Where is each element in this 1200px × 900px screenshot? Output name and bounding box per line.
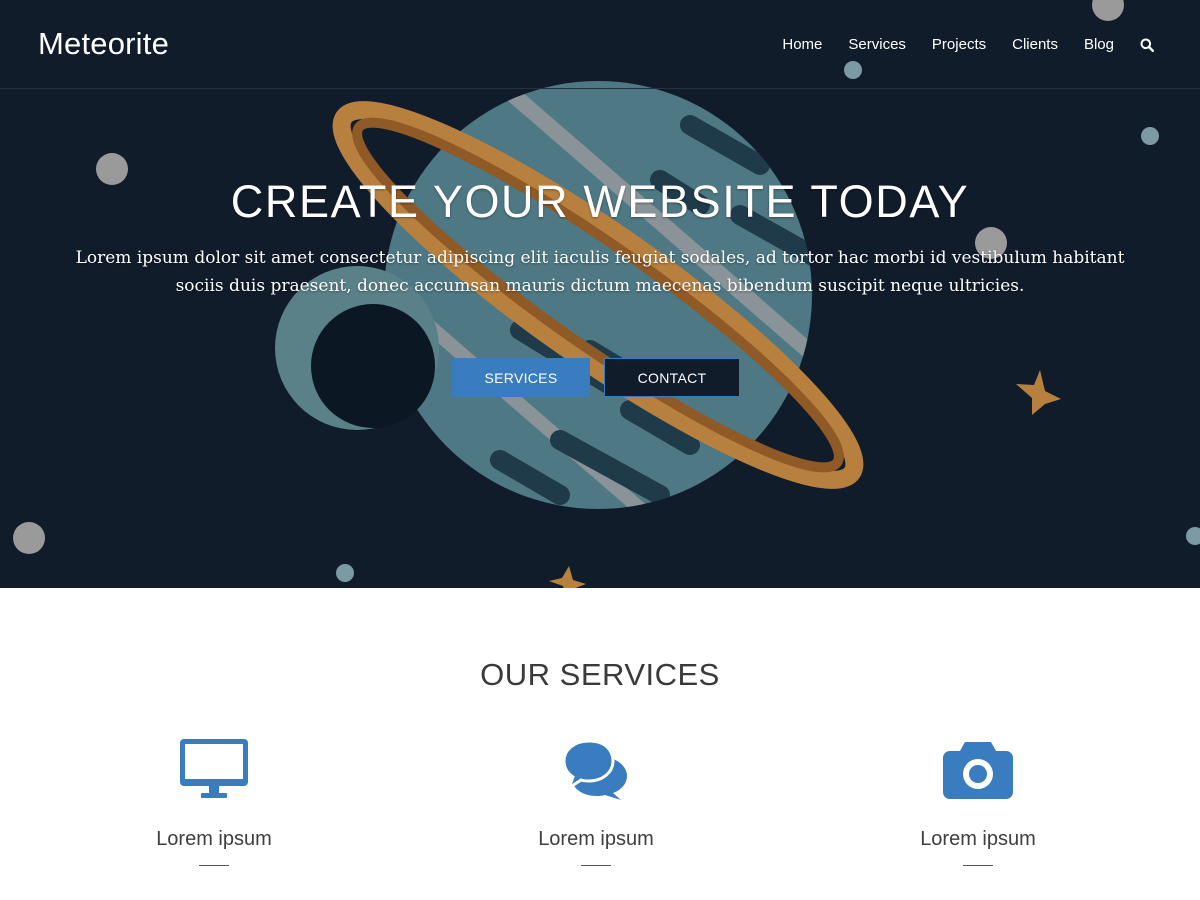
site-logo[interactable]: Meteorite bbox=[38, 26, 169, 62]
nav-home[interactable]: Home bbox=[782, 36, 822, 53]
nav-blog[interactable]: Blog bbox=[1084, 36, 1114, 53]
star-shape bbox=[549, 566, 586, 588]
nav-projects[interactable]: Projects bbox=[932, 36, 986, 53]
moon-dot bbox=[336, 564, 354, 582]
moon-dot bbox=[1141, 127, 1159, 145]
nav-clients[interactable]: Clients bbox=[1012, 36, 1058, 53]
service-divider bbox=[199, 865, 229, 866]
services-heading: OUR SERVICES bbox=[480, 657, 720, 692]
top-navigation-bar: Meteorite Home Services Projects Clients… bbox=[0, 0, 1200, 89]
hero-description: Lorem ipsum dolor sit amet consectetur a… bbox=[75, 248, 1125, 296]
services-button[interactable]: SERVICES bbox=[452, 358, 590, 397]
camera-icon bbox=[943, 742, 1013, 799]
moon-dot bbox=[13, 522, 45, 554]
service-title: Lorem ipsum bbox=[538, 828, 654, 850]
hero-section: Meteorite Home Services Projects Clients… bbox=[0, 0, 1200, 588]
service-item: Lorem ipsum bbox=[828, 736, 1128, 866]
main-nav: Home Services Projects Clients Blog bbox=[782, 0, 1200, 89]
nav-services[interactable]: Services bbox=[848, 36, 906, 53]
service-title: Lorem ipsum bbox=[156, 828, 272, 850]
service-item: Lorem ipsum bbox=[446, 736, 746, 866]
chat-bubbles-icon bbox=[563, 739, 627, 800]
moon-dot bbox=[1186, 527, 1200, 545]
contact-button[interactable]: CONTACT bbox=[604, 358, 740, 397]
star-shape bbox=[1016, 370, 1061, 415]
search-button[interactable] bbox=[1140, 38, 1154, 52]
service-title: Lorem ipsum bbox=[920, 828, 1036, 850]
service-item: Lorem ipsum bbox=[64, 736, 364, 866]
monitor-icon bbox=[180, 739, 248, 798]
service-divider bbox=[581, 865, 611, 866]
hero-title: CREATE YOUR WEBSITE TODAY bbox=[230, 176, 970, 227]
search-icon bbox=[1140, 38, 1154, 52]
service-divider bbox=[963, 865, 993, 866]
